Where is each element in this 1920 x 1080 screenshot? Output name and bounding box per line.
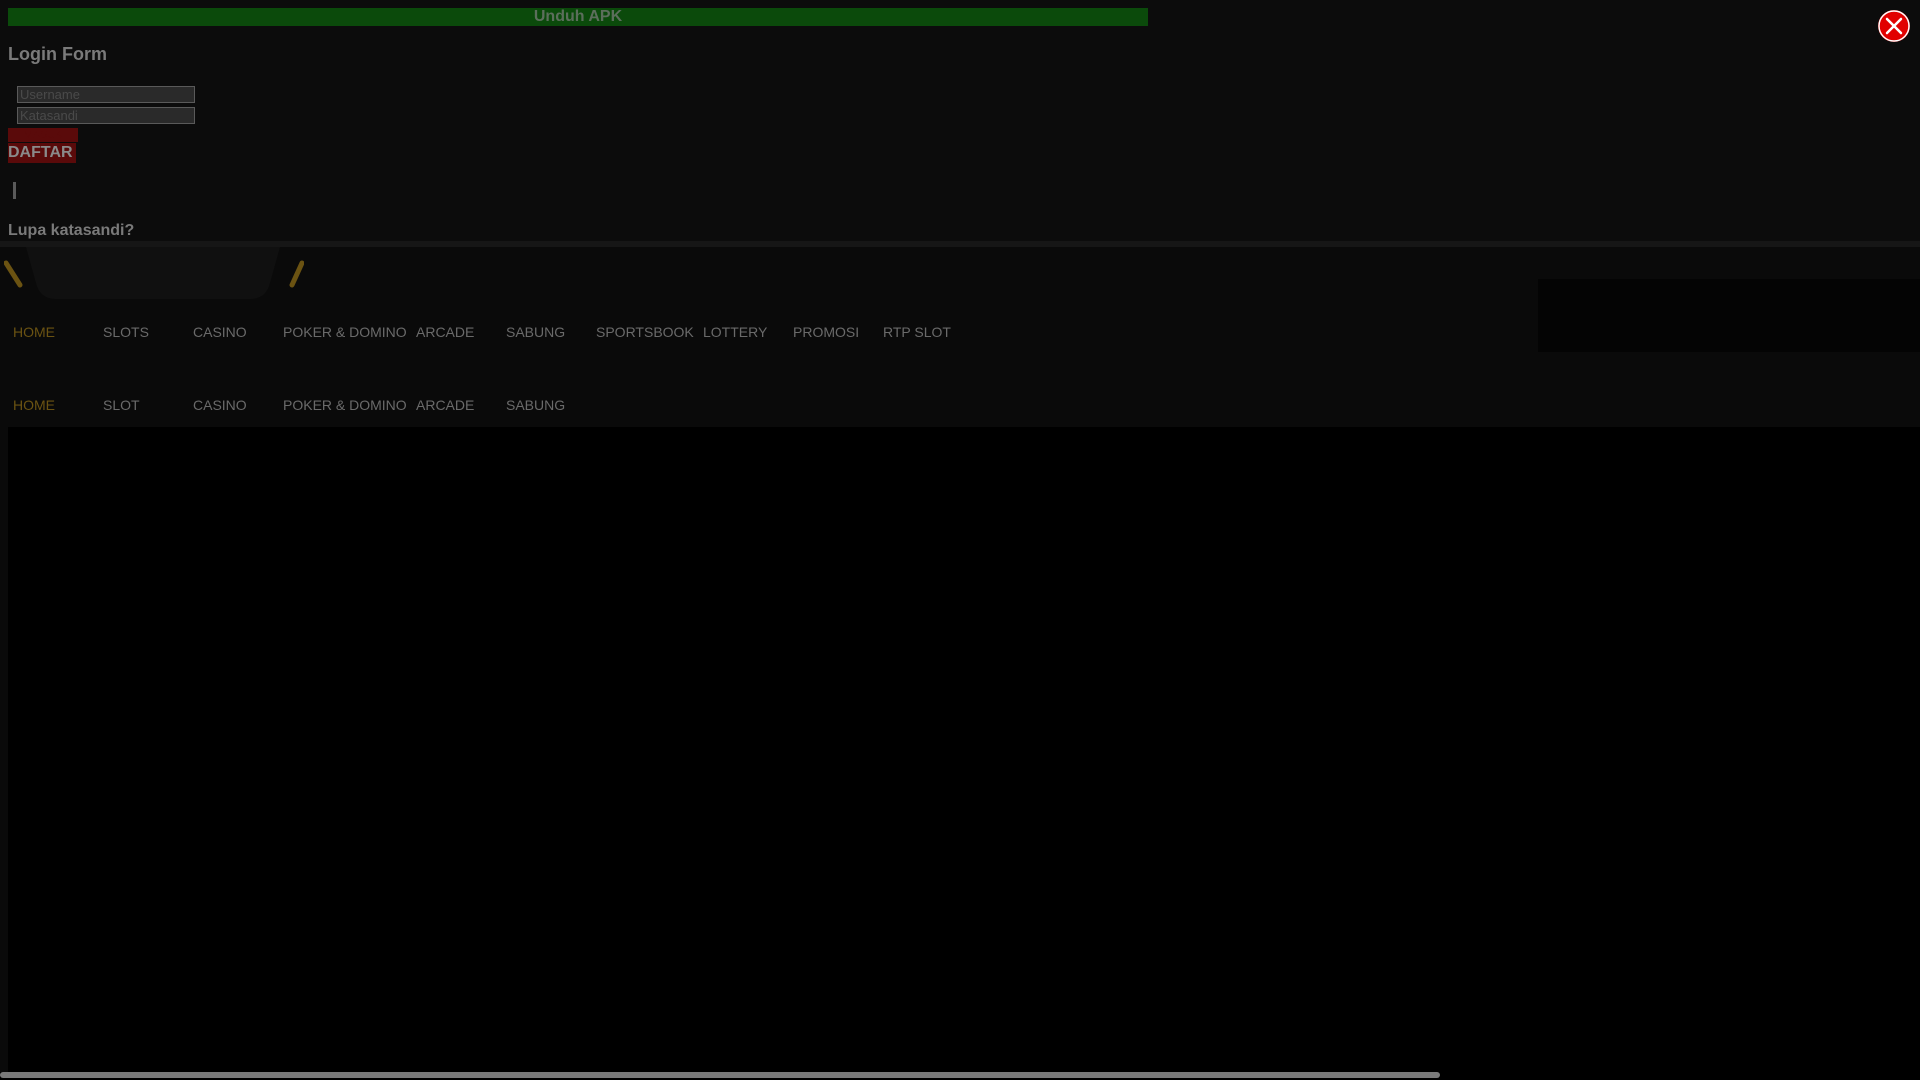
nav-sportsbook[interactable]: SPORTSBOOK — [596, 322, 694, 342]
download-apk-button[interactable]: Unduh APK — [8, 8, 1148, 26]
page: Unduh APK Login Form MASUK DAFTAR Lupa k… — [0, 0, 1920, 1080]
nav-home[interactable]: HOME — [13, 322, 55, 342]
site-header: HOME SLOTS CASINO POKER & DOMINO ARCADE … — [0, 247, 1920, 427]
nav-sabung[interactable]: SABUNG — [506, 322, 565, 342]
left-edge-strip — [0, 427, 8, 1072]
nav-poker-domino[interactable]: POKER & DOMINO — [283, 322, 407, 342]
nav-promosi[interactable]: PROMOSI — [793, 322, 859, 342]
subnav-casino[interactable]: CASINO — [193, 395, 247, 415]
horizontal-scrollbar[interactable] — [0, 1072, 1440, 1078]
nav-casino[interactable]: CASINO — [193, 322, 247, 342]
subnav-home[interactable]: HOME — [13, 395, 55, 415]
register-link[interactable]: DAFTAR — [8, 143, 76, 163]
login-form-title: Login Form — [8, 44, 107, 64]
login-button[interactable]: MASUK — [8, 128, 78, 142]
logo-tab-icon — [4, 247, 304, 299]
sub-nav: HOME SLOT CASINO POKER & DOMINO ARCADE S… — [0, 395, 1000, 415]
main-nav: HOME SLOTS CASINO POKER & DOMINO ARCADE … — [0, 322, 1000, 342]
subnav-sabung[interactable]: SABUNG — [506, 395, 565, 415]
login-overlay: Unduh APK Login Form MASUK DAFTAR Lupa k… — [0, 0, 1920, 241]
username-input[interactable] — [17, 86, 195, 103]
nav-slots[interactable]: SLOTS — [103, 322, 149, 342]
close-button[interactable] — [1878, 10, 1910, 42]
header-right-panel — [1538, 279, 1920, 352]
separator-mark — [13, 182, 16, 199]
close-icon — [1878, 10, 1910, 42]
forgot-password-link[interactable]: Lupa katasandi? — [8, 222, 134, 240]
main-content — [8, 427, 1920, 1072]
nav-rtp-slot[interactable]: RTP SLOT — [883, 322, 951, 342]
password-input[interactable] — [17, 107, 195, 124]
nav-arcade[interactable]: ARCADE — [416, 322, 474, 342]
subnav-arcade[interactable]: ARCADE — [416, 395, 474, 415]
subnav-poker-domino[interactable]: POKER & DOMINO — [283, 395, 407, 415]
subnav-slot[interactable]: SLOT — [103, 395, 140, 415]
nav-lottery[interactable]: LOTTERY — [703, 322, 767, 342]
